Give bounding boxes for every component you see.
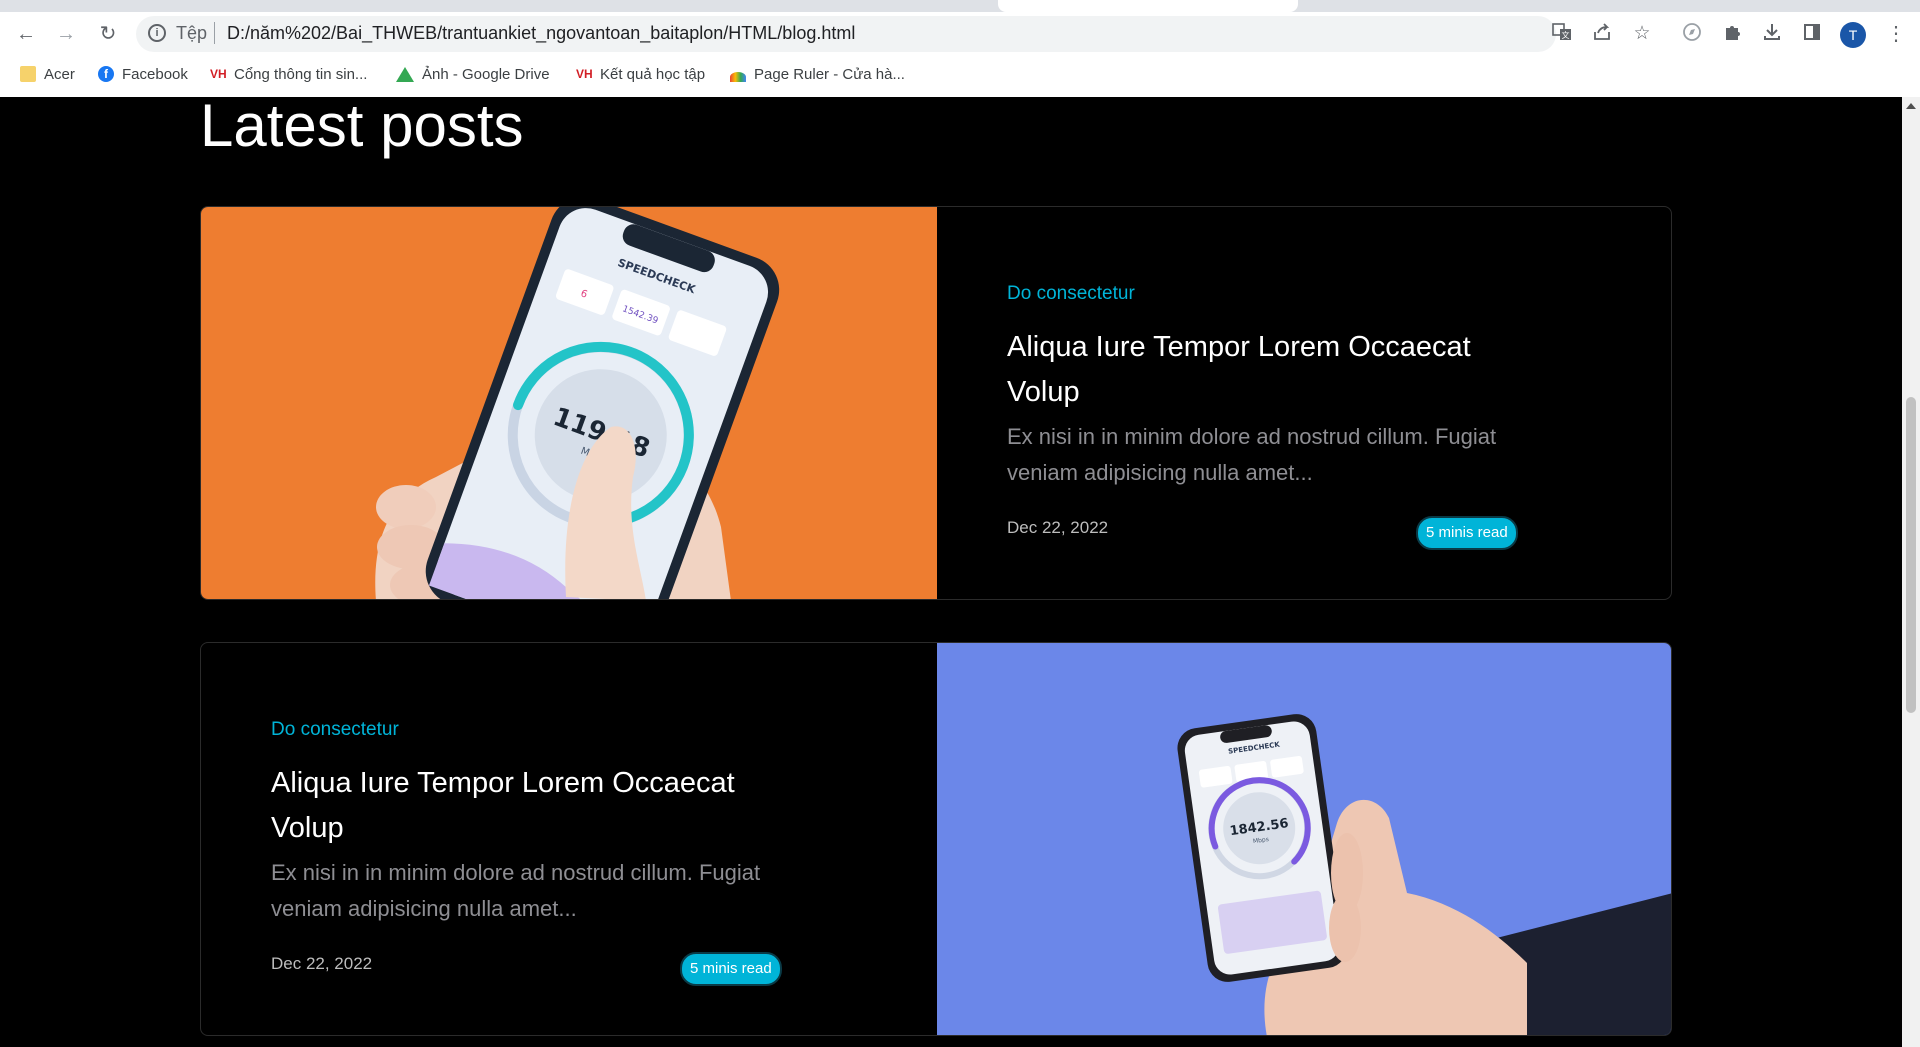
browser-menu-icon[interactable]: ⋮ (1886, 22, 1906, 46)
url-text[interactable]: D:/năm%202/Bai_THWEB/trantuankiet_ngovan… (227, 23, 855, 44)
post-card[interactable]: SPEEDCHECK 6 1542.39 119.18 Mbps (200, 206, 1672, 600)
post-category[interactable]: Do consectetur (1007, 283, 1135, 305)
folder-icon (20, 66, 36, 82)
site-info-icon[interactable]: i (148, 24, 166, 42)
bookmark-cong-thong-tin[interactable]: VH Cổng thông tin sin... (210, 64, 367, 84)
profile-avatar[interactable]: T (1840, 22, 1866, 48)
post-image[interactable]: SPEEDCHECK 1842.56 Mbps (937, 643, 1671, 1035)
post-text: Do consectetur Aliqua Iure Tempor Lorem … (271, 643, 871, 1035)
share-icon[interactable] (1590, 22, 1614, 46)
url-scheme-label: Tệp (176, 23, 208, 43)
url-divider (214, 22, 215, 44)
download-icon[interactable] (1760, 22, 1784, 46)
bookmark-ket-qua-hoc-tap[interactable]: VH Kết quả học tập (576, 64, 705, 84)
bookmark-label: Kết quả học tập (600, 65, 706, 83)
post-text: Do consectetur Aliqua Iure Tempor Lorem … (1007, 207, 1607, 599)
bookmark-acer[interactable]: Acer (20, 64, 75, 84)
university-icon: VH (210, 67, 227, 81)
bookmark-page-ruler[interactable]: Page Ruler - Cửa hà... (730, 64, 905, 84)
bookmark-star-icon[interactable]: ☆ (1630, 22, 1654, 46)
post-category[interactable]: Do consectetur (271, 719, 399, 741)
svg-text:文: 文 (1562, 30, 1570, 40)
post-image[interactable]: SPEEDCHECK 6 1542.39 119.18 Mbps (201, 207, 937, 599)
university-icon: VH (576, 67, 593, 81)
extensions-puzzle-icon[interactable] (1720, 22, 1744, 46)
bookmark-label: Cổng thông tin sin... (234, 65, 368, 83)
read-time-badge: 5 minis read (680, 952, 782, 986)
post-date: Dec 22, 2022 (1007, 518, 1109, 537)
post-date: Dec 22, 2022 (271, 954, 373, 973)
compass-extension-icon[interactable] (1680, 22, 1704, 46)
page-viewport: Latest posts SPEEDCHECK 6 1542.39 119.18… (0, 97, 1902, 1047)
reload-icon[interactable]: ↻ (96, 22, 120, 46)
bookmark-label: Acer (44, 65, 75, 83)
back-icon[interactable]: ← (14, 22, 38, 46)
bookmark-google-drive[interactable]: Ảnh - Google Drive (396, 64, 550, 84)
scroll-up-arrow-icon[interactable] (1906, 103, 1916, 109)
google-drive-icon (396, 66, 414, 82)
bookmark-label: Page Ruler - Cửa hà... (754, 65, 905, 83)
post-excerpt: Ex nisi in in minim dolore ad nostrud ci… (1007, 424, 1497, 485)
active-tab[interactable] (998, 0, 1298, 12)
translate-icon[interactable]: 文 (1550, 22, 1574, 46)
page-title: Latest posts (200, 97, 524, 159)
tab-strip (0, 0, 1920, 12)
page-ruler-icon (730, 72, 746, 82)
side-panel-icon[interactable] (1800, 22, 1824, 46)
post-excerpt: Ex nisi in in minim dolore ad nostrud ci… (271, 860, 761, 921)
post-title[interactable]: Aliqua Iure Tempor Lorem Occaecat Volup (271, 761, 801, 851)
post-card[interactable]: Do consectetur Aliqua Iure Tempor Lorem … (200, 642, 1672, 1036)
post-title[interactable]: Aliqua Iure Tempor Lorem Occaecat Volup (1007, 325, 1537, 415)
bookmark-label: Ảnh - Google Drive (422, 65, 550, 83)
facebook-icon: f (98, 66, 114, 82)
bookmark-facebook[interactable]: f Facebook (98, 64, 188, 84)
read-time-badge: 5 minis read (1416, 516, 1518, 550)
bookmark-label: Facebook (122, 65, 188, 83)
forward-icon[interactable]: → (54, 22, 78, 46)
scrollbar-thumb[interactable] (1906, 397, 1916, 713)
